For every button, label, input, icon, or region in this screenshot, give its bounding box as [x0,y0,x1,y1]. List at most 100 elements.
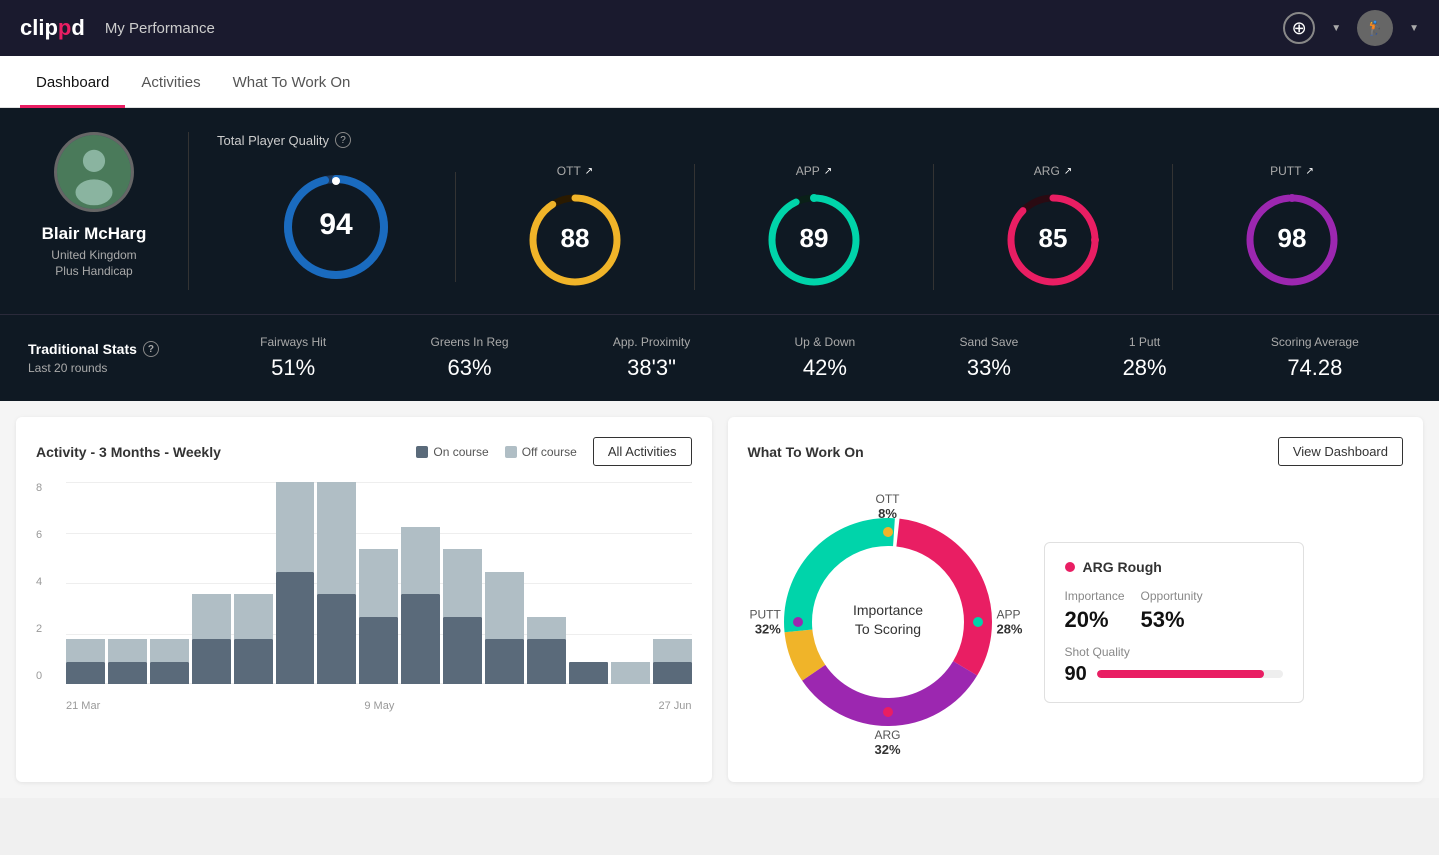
svg-text:88: 88 [561,223,590,253]
arg-circle: ARG ↗ 85 [934,164,1173,290]
tab-dashboard[interactable]: Dashboard [20,56,125,108]
logo[interactable]: clippd [20,15,85,41]
view-dashboard-button[interactable]: View Dashboard [1278,437,1403,466]
shot-quality-bar [1097,670,1283,678]
chart-legend: On course Off course [416,445,577,459]
bar-on [443,617,482,684]
add-chevron: ▼ [1331,23,1341,34]
svg-text:Importance: Importance [852,602,922,618]
quality-label: Total Player Quality ? [217,132,1411,148]
player-info: Blair McHarg United Kingdom Plus Handica… [28,132,188,290]
bar-off [485,572,524,639]
bar-off [234,594,273,639]
bar-on [234,639,273,684]
trad-label: Traditional Stats ? [28,341,208,357]
bar-group [108,482,147,684]
stat-fairways: Fairways Hit 51% [260,335,326,381]
legend-on-dot [416,446,428,458]
tab-what-to-work-on[interactable]: What To Work On [217,56,367,108]
stat-proximity: App. Proximity 38'3" [613,335,690,381]
player-avatar [54,132,134,212]
bar-group [192,482,231,684]
header-right: ⊕ ▼ 🏌 ▼ [1283,10,1419,46]
info-card-title: ARG Rough [1065,559,1283,575]
putt-label: PUTT ↗ [1270,164,1314,178]
add-button[interactable]: ⊕ [1283,12,1315,44]
app-segment-label: APP 28% [996,608,1022,637]
putt-arrow: ↗ [1305,166,1313,177]
bar-off [276,482,315,572]
bar-group [443,482,482,684]
all-activities-button[interactable]: All Activities [593,437,692,466]
bar-group [276,482,315,684]
bar-group [527,482,566,684]
bar-on [150,662,189,684]
bar-off [66,639,105,661]
svg-text:89: 89 [800,223,829,253]
shot-quality-section: Shot Quality 90 [1065,645,1283,686]
activity-card-header: Activity - 3 Months - Weekly On course O… [36,437,692,466]
bar-on [401,594,440,684]
bar-group [150,482,189,684]
bar-on [276,572,315,684]
bar-on [527,639,566,684]
arg-rough-info-card: ARG Rough Importance 20% Opportunity 53%… [1044,542,1304,703]
bar-on [317,594,356,684]
bar-on [653,662,692,684]
y-axis: 8 6 4 2 0 [36,482,48,682]
bottom-section: Activity - 3 Months - Weekly On course O… [0,401,1439,798]
legend-off-dot [505,446,517,458]
arg-label: ARG ↗ [1034,164,1072,178]
svg-text:85: 85 [1039,223,1068,253]
circles-row: 94 OTT ↗ 88 APP ↗ [217,164,1411,290]
bar-group [401,482,440,684]
bar-group [234,482,273,684]
stat-scoring-avg: Scoring Average 74.28 [1271,335,1359,381]
putt-circle: PUTT ↗ 98 [1173,164,1411,290]
app-arrow: ↗ [824,166,832,177]
header-left: clippd My Performance [20,15,215,41]
svg-text:98: 98 [1278,223,1307,253]
bar-on [569,662,608,684]
bar-on [485,639,524,684]
bar-group [653,482,692,684]
donut-chart: Importance To Scoring OTT 8% APP 28% [748,482,1028,762]
header-title: My Performance [105,20,215,37]
arg-arrow: ↗ [1064,166,1072,177]
bar-off [653,639,692,661]
trad-info-icon[interactable]: ? [143,341,159,357]
svg-text:94: 94 [319,208,353,241]
bar-off [443,549,482,616]
main-score-circle: 94 [217,172,456,282]
player-country: United Kingdom [51,248,136,262]
bar-on [66,662,105,684]
bar-on [108,662,147,684]
x-labels: 21 Mar 9 May 27 Jun [66,700,692,712]
avatar[interactable]: 🏌 [1357,10,1393,46]
bar-off [192,594,231,639]
bar-off [611,662,650,684]
arg-segment-label: ARG 32% [874,728,900,757]
bar-off [401,527,440,594]
nav-tabs: Dashboard Activities What To Work On [0,56,1439,108]
bar-off [317,482,356,594]
quality-section: Total Player Quality ? 94 OTT ↗ [188,132,1411,290]
bar-off [150,639,189,661]
svg-text:To Scoring: To Scoring [854,621,920,637]
opportunity-metric: Opportunity 53% [1141,589,1203,633]
bar-group [569,482,608,684]
bar-on [192,639,231,684]
quality-info-icon[interactable]: ? [335,132,351,148]
bar-off [108,639,147,661]
trad-sublabel: Last 20 rounds [28,361,208,375]
info-metrics-row: Importance 20% Opportunity 53% [1065,589,1283,633]
legend-off-course: Off course [505,445,577,459]
avatar-chevron: ▼ [1409,23,1419,34]
tab-activities[interactable]: Activities [125,56,216,108]
stats-panel: Blair McHarg United Kingdom Plus Handica… [0,108,1439,314]
work-on-header: What To Work On View Dashboard [748,437,1404,466]
bar-group [359,482,398,684]
bar-group [485,482,524,684]
work-on-title: What To Work On [748,444,864,460]
stat-sand-save: Sand Save 33% [960,335,1019,381]
